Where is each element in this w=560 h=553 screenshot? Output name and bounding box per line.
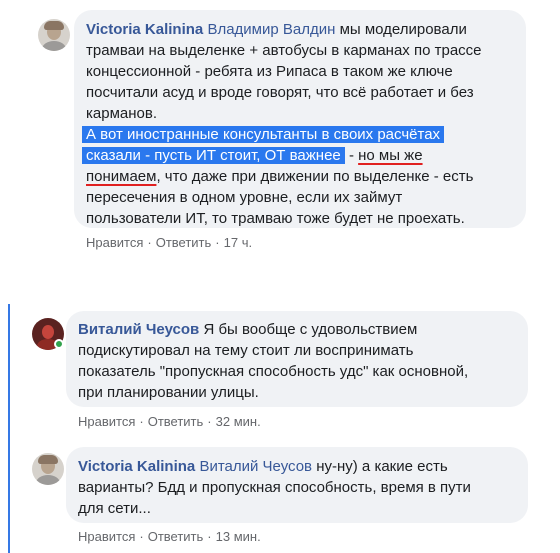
separator: · [139,414,144,429]
comment-text: подискутировал на тему стоит ли восприни… [78,342,414,359]
avatar-body [36,475,60,485]
comment-actions: Нравится · Ответить · 32 мин. [78,414,261,430]
comment-text: посчитали асуд и вроде говорят, что всё … [86,84,474,101]
comment-text: мы моделировали [339,21,467,38]
separator: · [139,529,144,544]
comment-author[interactable]: Victoria Kalinina [78,458,195,475]
comment-header-line: Victoria Kalinina Владимир Валдин мы мод… [86,19,467,40]
like-link[interactable]: Нравится [86,235,143,250]
avatar[interactable] [38,19,70,51]
separator: · [207,529,212,544]
reply-link[interactable]: Ответить [148,414,204,429]
comment-text: при планировании улицы. [78,384,259,401]
comment-text: для сети... [78,500,151,517]
comment-text: пересечения в одном уровне, если их займ… [86,189,403,206]
comment-author[interactable]: Victoria Kalinina [86,21,203,38]
like-link[interactable]: Нравится [78,414,135,429]
comment-text: трамваи на выделенке + автобусы в карман… [86,42,482,59]
comment-text: карманов. [86,105,157,122]
comment-text: пользователи ИТ, то трамваю тоже будет н… [86,210,465,227]
underlined-text: но мы же [358,147,423,164]
comment-text: ну-ну) а какие есть [316,458,448,475]
comment-text-line: понимаем, что даже при движении по выдел… [86,166,473,187]
highlighted-text-line: А вот иностранные консультанты в своих р… [82,126,445,143]
comment-mention[interactable]: Виталий Чеусов [199,458,312,475]
comment-author[interactable]: Виталий Чеусов [78,321,199,338]
avatar-hair [44,21,64,30]
separator: · [207,414,212,429]
highlighted-text-line: сказали - пусть ИТ стоит, ОТ важнее [82,147,345,164]
comment-text-line: сказали - пусть ИТ стоит, ОТ важнее - но… [82,145,423,166]
underlined-text: понимаем [86,168,157,185]
avatar[interactable] [32,453,64,485]
comment-text: показатель "пропускная способность удс" … [78,363,469,380]
online-status-icon [54,339,64,349]
avatar-body [42,41,66,51]
highlighted-text: А вот иностранные консультанты в своих р… [82,124,445,145]
thread-line [8,304,10,553]
comment-actions: Нравится · Ответить · 13 мин. [78,529,261,545]
reply-link[interactable]: Ответить [156,235,212,250]
comment-actions: Нравится · Ответить · 17 ч. [86,235,252,251]
comment-mention[interactable]: Владимир Валдин [207,21,335,38]
avatar-hair [38,455,58,464]
separator: · [147,235,152,250]
comment-text: концессионной - ребята из Рипаса в таком… [86,63,453,80]
separator: · [215,235,220,250]
comment-text: , что даже при движении по выделенке - е… [156,168,474,185]
comment-header-line: Виталий Чеусов Я бы вообще с удовольстви… [78,319,417,340]
comment-header-line: Victoria Kalinina Виталий Чеусов ну-ну) … [78,456,448,477]
reply-link[interactable]: Ответить [148,529,204,544]
timestamp[interactable]: 13 мин. [216,529,261,544]
timestamp[interactable]: 17 ч. [224,235,252,250]
timestamp[interactable]: 32 мин. [216,414,261,429]
comment-text: Я бы вообще с удовольствием [203,321,418,338]
comment-text: варианты? Бдд и пропускная способность, … [78,479,471,496]
comment-text: - [344,147,359,164]
avatar-face [42,325,54,339]
like-link[interactable]: Нравится [78,529,135,544]
